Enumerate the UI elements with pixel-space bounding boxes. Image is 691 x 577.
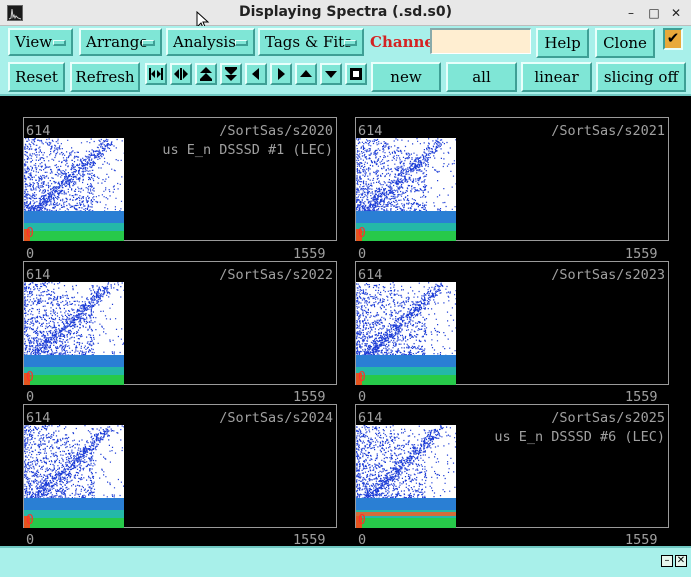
window-title: Displaying Spectra (.sd.s0)	[238, 4, 453, 20]
arrow-down-icon	[325, 71, 337, 78]
spectrum-panel[interactable]: 0 614 /SortSas/s2025 us E_n DSSSD #6 (LE…	[355, 404, 669, 528]
spectrum-panel[interactable]: 0 614 /SortSas/s2022	[23, 261, 337, 385]
shrink-vertical-icon	[225, 67, 237, 81]
spectrum-path: /SortSas/s2024	[219, 410, 333, 426]
toggle-checkbox[interactable]: ✔	[663, 28, 683, 50]
new-button[interactable]: new	[371, 62, 441, 92]
refresh-button[interactable]: Refresh	[70, 62, 140, 92]
full-view-icon	[350, 68, 362, 80]
toolbar: View Arrange Analysis Tags & Fits Channe…	[0, 26, 691, 96]
menu-indicator-icon	[235, 40, 248, 46]
expand-vertical-icon	[200, 67, 212, 81]
spectrum-path: /SortSas/s2021	[551, 123, 665, 139]
status-bar: – ✕	[0, 546, 691, 577]
tags-fits-menu-label: Tags & Fits	[265, 33, 352, 51]
full-view-button[interactable]	[345, 63, 367, 85]
y-max-label: 614	[358, 267, 383, 283]
menu-indicator-icon	[344, 40, 357, 46]
x-max-label: 1559	[625, 246, 658, 262]
y-min-label: 0	[358, 226, 366, 241]
spectrum-subtitle: us E_n DSSSD #6 (LEC)	[494, 429, 665, 445]
spectrum-density-plot	[24, 138, 124, 241]
spectrum-panel[interactable]: 0 614 /SortSas/s2023	[355, 261, 669, 385]
close-panel-button[interactable]: ✕	[675, 555, 687, 567]
x-min-label: 0	[358, 246, 367, 262]
arrow-left-icon	[252, 68, 259, 80]
spectrum-plot: 0	[356, 425, 456, 528]
spectrum-density-plot	[24, 282, 124, 385]
arrow-down-button[interactable]	[320, 63, 342, 85]
clone-button[interactable]: Clone	[595, 28, 655, 58]
x-min-label: 0	[26, 389, 35, 405]
y-min-label: 0	[26, 513, 34, 528]
minimize-button[interactable]: –	[622, 4, 640, 22]
x-max-label: 1559	[625, 389, 658, 405]
spectrum-panel[interactable]: 0 614 /SortSas/s2021	[355, 117, 669, 241]
all-button[interactable]: all	[446, 62, 517, 92]
reset-button[interactable]: Reset	[8, 62, 65, 92]
y-min-label: 0	[358, 513, 366, 528]
x-min-label: 0	[358, 389, 367, 405]
channel-input[interactable]	[430, 28, 531, 54]
y-min-label: 0	[26, 226, 34, 241]
spectrum-plot: 0	[356, 282, 456, 385]
menu-indicator-icon	[53, 40, 66, 46]
slicing-button[interactable]: slicing off	[596, 62, 686, 92]
y-max-label: 614	[26, 410, 51, 426]
shrink-horizontal-icon	[149, 68, 163, 80]
analysis-menu[interactable]: Analysis	[166, 28, 255, 56]
arrow-right-icon	[278, 68, 285, 80]
spectrum-path: /SortSas/s2022	[219, 267, 333, 283]
arrange-menu[interactable]: Arrange	[79, 28, 162, 56]
spectrum-density-plot	[356, 138, 456, 241]
spectrum-density-plot	[356, 425, 456, 528]
expand-horizontal-button[interactable]	[170, 63, 192, 85]
arrange-menu-label: Arrange	[86, 33, 149, 51]
minimize-panel-button[interactable]: –	[661, 555, 673, 567]
shrink-horizontal-button[interactable]	[145, 63, 167, 85]
title-bar: Displaying Spectra (.sd.s0) – □ ✕	[0, 0, 691, 26]
expand-horizontal-icon	[174, 68, 188, 80]
arrow-up-button[interactable]	[295, 63, 317, 85]
menu-indicator-icon	[142, 40, 155, 46]
tags-fits-menu[interactable]: Tags & Fits	[258, 28, 364, 56]
y-min-label: 0	[358, 370, 366, 385]
arrow-right-button[interactable]	[270, 63, 292, 85]
spectrum-plot: 0	[24, 282, 124, 385]
y-min-label: 0	[26, 370, 34, 385]
shrink-vertical-button[interactable]	[220, 63, 242, 85]
view-menu[interactable]: View	[8, 28, 73, 56]
spectrum-plot: 0	[24, 138, 124, 241]
spectrum-subtitle: us E_n DSSSD #1 (LEC)	[162, 142, 333, 158]
arrow-left-button[interactable]	[245, 63, 267, 85]
x-max-label: 1559	[293, 246, 326, 262]
spectrum-plot: 0	[24, 425, 124, 528]
y-max-label: 614	[358, 410, 383, 426]
close-button[interactable]: ✕	[667, 4, 685, 22]
y-max-label: 614	[26, 123, 51, 139]
linear-button[interactable]: linear	[521, 62, 592, 92]
y-max-label: 614	[358, 123, 383, 139]
spectrum-path: /SortSas/s2023	[551, 267, 665, 283]
spectrum-plot: 0	[356, 138, 456, 241]
spectrum-path: /SortSas/s2025	[551, 410, 665, 426]
x-max-label: 1559	[293, 389, 326, 405]
spectrum-panel[interactable]: 0 614 /SortSas/s2020 us E_n DSSSD #1 (LE…	[23, 117, 337, 241]
arrow-up-icon	[300, 70, 312, 77]
spectrum-density-plot	[24, 425, 124, 528]
help-button[interactable]: Help	[536, 28, 589, 58]
y-max-label: 614	[26, 267, 51, 283]
spectrum-density-plot	[356, 282, 456, 385]
view-menu-label: View	[15, 33, 53, 51]
analysis-menu-label: Analysis	[173, 33, 236, 51]
spectrum-path: /SortSas/s2020	[219, 123, 333, 139]
x-min-label: 0	[26, 246, 35, 262]
spectrum-panel[interactable]: 0 614 /SortSas/s2024	[23, 404, 337, 528]
expand-vertical-button[interactable]	[195, 63, 217, 85]
maximize-button[interactable]: □	[645, 4, 663, 22]
